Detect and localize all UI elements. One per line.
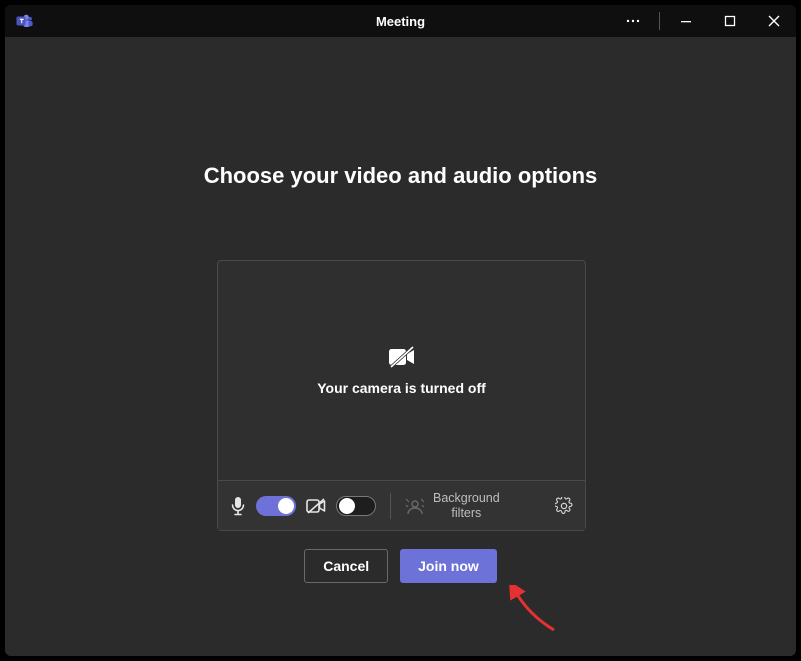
toolbar-separator: [390, 493, 391, 519]
prejoin-card: Your camera is turned off: [217, 260, 586, 531]
close-button[interactable]: [752, 5, 796, 37]
action-buttons: Cancel Join now: [5, 549, 796, 583]
minimize-button[interactable]: [664, 5, 708, 37]
camera-off-message: Your camera is turned off: [317, 380, 486, 396]
camera-off-icon: [388, 346, 416, 368]
camera-toggle[interactable]: [336, 496, 376, 516]
settings-button[interactable]: [555, 497, 573, 515]
video-preview: Your camera is turned off: [218, 261, 585, 480]
page-heading: Choose your video and audio options: [5, 163, 796, 189]
window-body: Choose your video and audio options Your…: [5, 37, 796, 656]
microphone-icon: [230, 496, 246, 516]
background-filters-button[interactable]: Background filters: [405, 491, 500, 520]
camera-icon: [306, 498, 326, 514]
annotation-arrow-icon: [509, 585, 559, 635]
teams-app-icon: [15, 12, 33, 30]
app-window: Meeting Choose your video and audio opti…: [5, 5, 796, 656]
window-controls: [611, 5, 796, 37]
prejoin-toolbar: Background filters: [218, 480, 585, 530]
more-options-button[interactable]: [611, 5, 655, 37]
title-bar: Meeting: [5, 5, 796, 37]
background-filters-label: Background filters: [433, 491, 500, 520]
cancel-button[interactable]: Cancel: [304, 549, 388, 583]
titlebar-separator: [659, 12, 660, 30]
maximize-button[interactable]: [708, 5, 752, 37]
microphone-toggle[interactable]: [256, 496, 296, 516]
background-filters-icon: [405, 497, 425, 515]
join-now-button[interactable]: Join now: [400, 549, 497, 583]
